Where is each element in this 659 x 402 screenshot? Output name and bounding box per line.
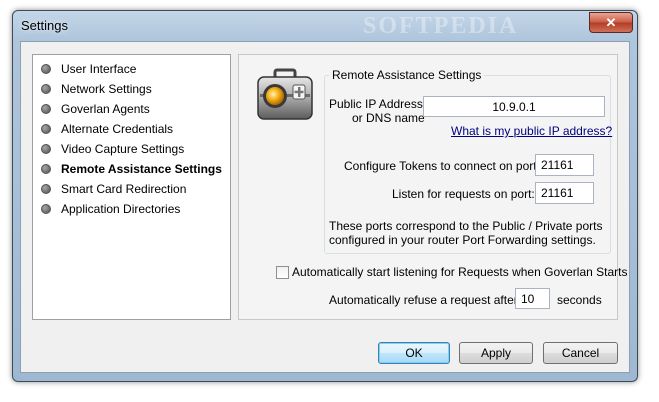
- settings-nav-list: User Interface Network Settings Goverlan…: [32, 54, 231, 320]
- close-icon: ✕: [605, 15, 617, 30]
- close-button[interactable]: ✕: [589, 12, 633, 33]
- bullet-icon: [41, 203, 51, 214]
- autostart-label[interactable]: Automatically start listening for Reques…: [292, 265, 627, 279]
- settings-window: Settings SOFTPEDIA ✕ User Interface Netw…: [12, 10, 638, 382]
- nav-item-application-directories[interactable]: Application Directories: [41, 199, 180, 219]
- nav-item-label: Application Directories: [61, 202, 181, 216]
- refuse-seconds-input[interactable]: 10: [515, 288, 550, 309]
- ports-info-line1: These ports correspond to the Public / P…: [329, 219, 603, 233]
- title-bar[interactable]: Settings SOFTPEDIA ✕: [13, 11, 637, 41]
- nav-item-goverlan-agents[interactable]: Goverlan Agents: [41, 99, 150, 119]
- listen-port-input[interactable]: 21161: [535, 182, 594, 204]
- bullet-icon: [41, 143, 51, 154]
- nav-item-label: Smart Card Redirection: [61, 182, 187, 196]
- remote-assistance-group: Remote Assistance Settings Public IP Add…: [324, 68, 612, 254]
- watermark: SOFTPEDIA: [363, 13, 519, 39]
- group-title: Remote Assistance Settings: [329, 68, 485, 82]
- tokens-port-input[interactable]: 21161: [535, 154, 594, 176]
- settings-panel: Remote Assistance Settings Public IP Add…: [238, 54, 627, 320]
- nav-item-smart-card-redirection[interactable]: Smart Card Redirection: [41, 179, 186, 199]
- refuse-label: Automatically refuse a request after :: [329, 293, 525, 307]
- nav-item-label: Alternate Credentials: [61, 122, 174, 136]
- nav-item-video-capture-settings[interactable]: Video Capture Settings: [41, 139, 184, 159]
- nav-item-label: Remote Assistance Settings: [61, 162, 222, 176]
- toolbox-icon: [257, 68, 313, 120]
- autostart-checkbox[interactable]: [276, 266, 289, 279]
- public-ip-help-link[interactable]: What is my public IP address?: [451, 124, 612, 138]
- public-ip-label: Public IP Address:: [329, 97, 427, 111]
- dns-name-label: or DNS name: [352, 111, 425, 125]
- listen-port-label: Listen for requests on port:: [392, 187, 535, 201]
- nav-item-label: Goverlan Agents: [61, 102, 150, 116]
- nav-item-label: User Interface: [61, 62, 137, 76]
- nav-item-label: Network Settings: [61, 82, 152, 96]
- bullet-icon: [41, 63, 51, 74]
- cancel-button[interactable]: Cancel: [543, 342, 618, 364]
- public-ip-input[interactable]: 10.9.0.1: [423, 96, 605, 117]
- bullet-icon: [41, 83, 51, 94]
- nav-item-user-interface[interactable]: User Interface: [41, 59, 136, 79]
- nav-item-network-settings[interactable]: Network Settings: [41, 79, 152, 99]
- bullet-icon: [41, 163, 51, 174]
- bullet-icon: [41, 103, 51, 114]
- ok-button[interactable]: OK: [378, 342, 450, 364]
- window-title: Settings: [21, 18, 68, 33]
- apply-button[interactable]: Apply: [459, 342, 533, 364]
- seconds-label: seconds: [557, 293, 602, 307]
- bullet-icon: [41, 183, 51, 194]
- nav-item-remote-assistance-settings[interactable]: Remote Assistance Settings: [41, 159, 222, 179]
- ports-info-line2: configured in your router Port Forwardin…: [329, 233, 596, 247]
- nav-item-label: Video Capture Settings: [61, 142, 185, 156]
- tokens-port-label: Configure Tokens to connect on port:: [344, 159, 540, 173]
- nav-item-alternate-credentials[interactable]: Alternate Credentials: [41, 119, 173, 139]
- dialog-body: User Interface Network Settings Goverlan…: [20, 41, 630, 373]
- bullet-icon: [41, 123, 51, 134]
